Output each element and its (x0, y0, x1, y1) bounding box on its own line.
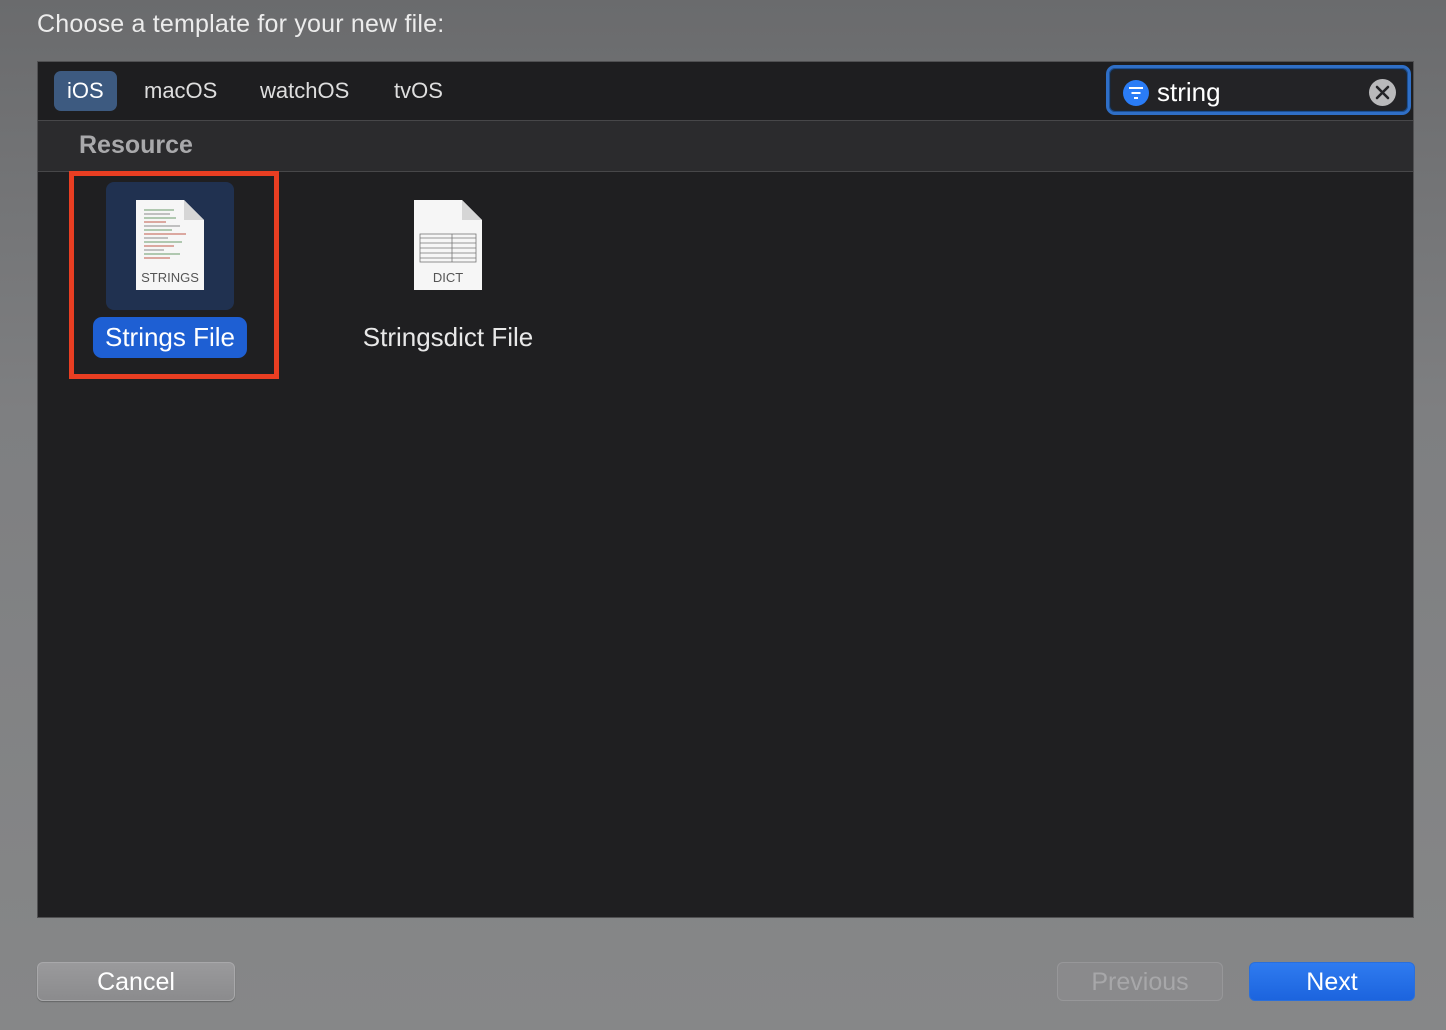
template-stringsdict-file[interactable]: DICT Stringsdict File (348, 182, 548, 372)
platform-tab-bar: iOS macOS watchOS tvOS (38, 62, 1413, 121)
previous-button[interactable]: Previous (1057, 962, 1223, 1001)
template-tile: DICT (384, 182, 512, 310)
section-title: Resource (79, 131, 193, 159)
tab-tvos[interactable]: tvOS (381, 71, 456, 111)
tab-ios[interactable]: iOS (54, 71, 117, 111)
tab-macos[interactable]: macOS (131, 71, 230, 111)
filter-icon[interactable] (1123, 80, 1149, 106)
search-field[interactable] (1106, 65, 1411, 115)
clear-search-icon[interactable] (1369, 79, 1396, 106)
selection-highlight-box (69, 171, 279, 379)
dialog-prompt: Choose a template for your new file: (37, 10, 445, 38)
tab-watchos[interactable]: watchOS (247, 71, 362, 111)
section-header: Resource (38, 121, 1413, 172)
search-input[interactable] (1157, 74, 1357, 110)
next-button[interactable]: Next (1249, 962, 1415, 1001)
svg-text:DICT: DICT (433, 270, 463, 285)
cancel-button[interactable]: Cancel (37, 962, 235, 1001)
template-label: Stringsdict File (362, 322, 534, 352)
dict-file-icon: DICT (414, 200, 482, 290)
